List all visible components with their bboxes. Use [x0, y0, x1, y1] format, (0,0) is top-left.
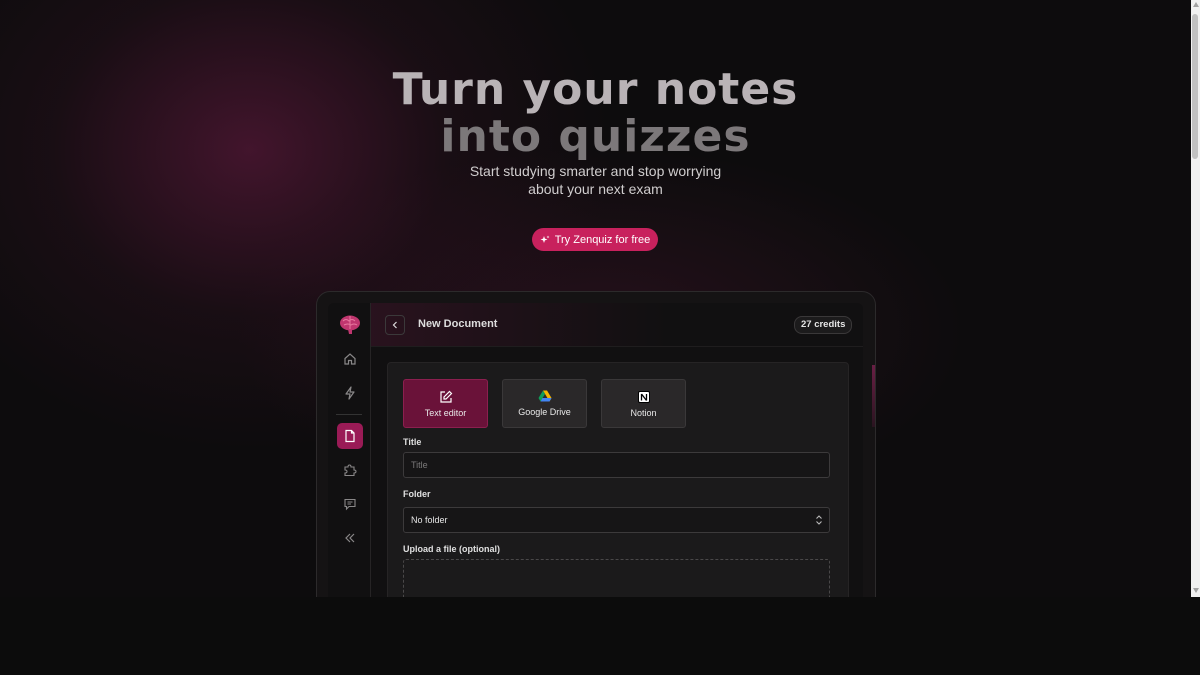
title-input[interactable]	[403, 452, 830, 478]
tab-label-text-editor: Text editor	[424, 407, 467, 418]
brain-logo-icon[interactable]	[337, 312, 363, 338]
notion-icon	[637, 390, 650, 403]
hero-subtitle-line-1: Start studying smarter and stop worrying	[469, 163, 722, 179]
tab-label-notion: Notion	[630, 407, 657, 418]
upload-label: Upload a file (optional)	[403, 544, 500, 554]
chevron-up-down-icon	[816, 515, 822, 525]
scroll-up-arrow[interactable]	[1193, 2, 1199, 7]
sparkle-icon	[540, 235, 550, 243]
page-bottom-area	[0, 597, 1200, 675]
back-button[interactable]	[385, 315, 405, 335]
landing-page: Turn your notes into quizzes Start study…	[0, 0, 1191, 597]
hero-title-line-2: into quizzes	[440, 111, 751, 162]
tab-google-drive[interactable]: Google Drive	[502, 379, 587, 428]
chevron-left-icon	[392, 321, 397, 329]
puzzle-icon[interactable]	[337, 457, 363, 483]
new-document-form: Text editor Google Drive Notion Title Ti…	[387, 362, 849, 597]
tab-notion[interactable]: Notion	[601, 379, 686, 428]
folder-select[interactable]: No folder	[403, 507, 830, 533]
hero-subtitle: Start studying smarter and stop worrying…	[0, 162, 1191, 198]
google-drive-icon	[538, 390, 551, 402]
tab-text-editor[interactable]: Text editor	[403, 379, 488, 428]
title-label: Title	[403, 437, 422, 447]
tab-label-google-drive: Google Drive	[518, 407, 571, 417]
sidebar-divider	[336, 414, 362, 415]
folder-select-value: No folder	[411, 515, 448, 525]
lightning-icon[interactable]	[337, 380, 363, 406]
try-free-label: Try Zenquiz for free	[554, 233, 651, 246]
app-header: New Document 27 credits	[371, 303, 863, 347]
scrollbar-thumb[interactable]	[1192, 14, 1198, 159]
hero-title-line-1: Turn your notes	[392, 64, 799, 115]
app-preview: New Document 27 credits Text editor Goog…	[328, 303, 863, 597]
hero-subtitle-line-2: about your next exam	[528, 181, 663, 197]
folder-label: Folder	[403, 489, 431, 499]
frame-edge-glow	[872, 365, 875, 427]
try-free-button[interactable]: Try Zenquiz for free	[532, 228, 658, 251]
collapse-icon[interactable]	[337, 525, 363, 551]
home-icon[interactable]	[337, 346, 363, 372]
app-sidebar	[328, 303, 371, 597]
edit-icon	[439, 390, 452, 403]
document-icon[interactable]	[337, 423, 363, 449]
credits-badge: 27 credits	[794, 316, 853, 334]
scroll-down-arrow[interactable]	[1193, 588, 1199, 593]
chat-icon[interactable]	[337, 491, 363, 517]
page-title: New Document	[418, 318, 498, 330]
file-dropzone[interactable]	[403, 559, 830, 597]
